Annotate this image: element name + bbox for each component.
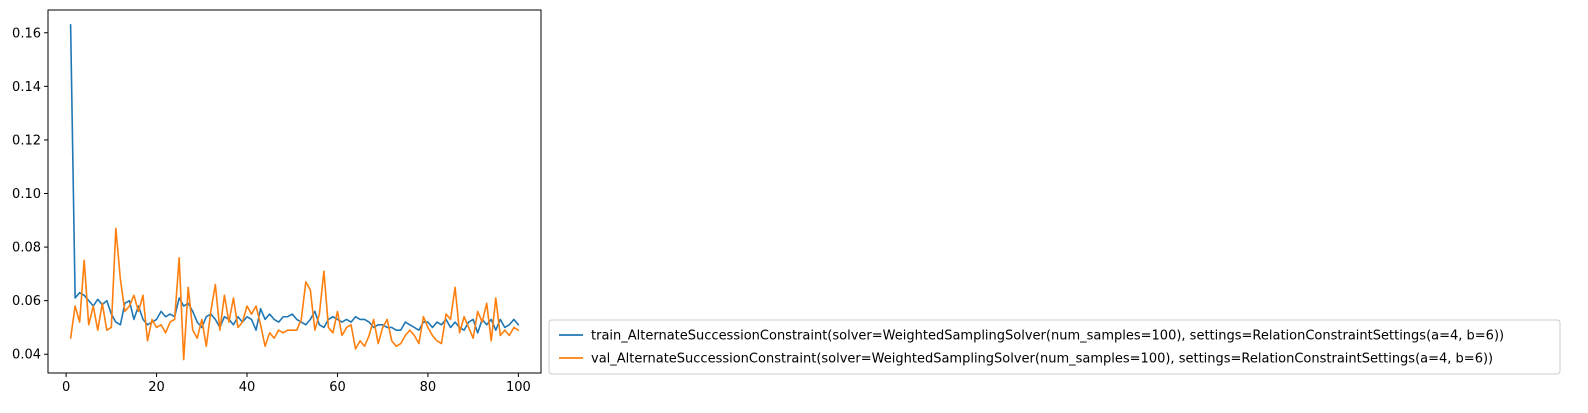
y-tick-label: 0.04 xyxy=(12,348,41,363)
x-tick-label: 60 xyxy=(329,380,346,395)
y-tick-label: 0.12 xyxy=(12,133,41,148)
x-tick-label: 100 xyxy=(506,380,531,395)
y-tick-label: 0.16 xyxy=(12,26,41,41)
x-tick-label: 0 xyxy=(62,380,70,395)
y-tick-label: 0.06 xyxy=(12,294,41,309)
legend-label: val_AlternateSuccessionConstraint(solver… xyxy=(591,352,1493,367)
legend: train_AlternateSuccessionConstraint(solv… xyxy=(548,319,1561,375)
line-chart: 0 20 40 60 80 100 0.04 0.06 0.08 0.10 0.12 0.14 0.16… xyxy=(12,9,1561,395)
x-tick-label: 20 xyxy=(148,380,165,395)
y-tick-label: 0.14 xyxy=(12,80,41,95)
y-tick-label: 0.10 xyxy=(12,187,41,202)
y-tick-label: 0.08 xyxy=(12,241,41,256)
x-tick-label: 80 xyxy=(420,380,437,395)
x-tick-label: 40 xyxy=(239,380,256,395)
legend-label: train_AlternateSuccessionConstraint(solv… xyxy=(591,329,1504,344)
